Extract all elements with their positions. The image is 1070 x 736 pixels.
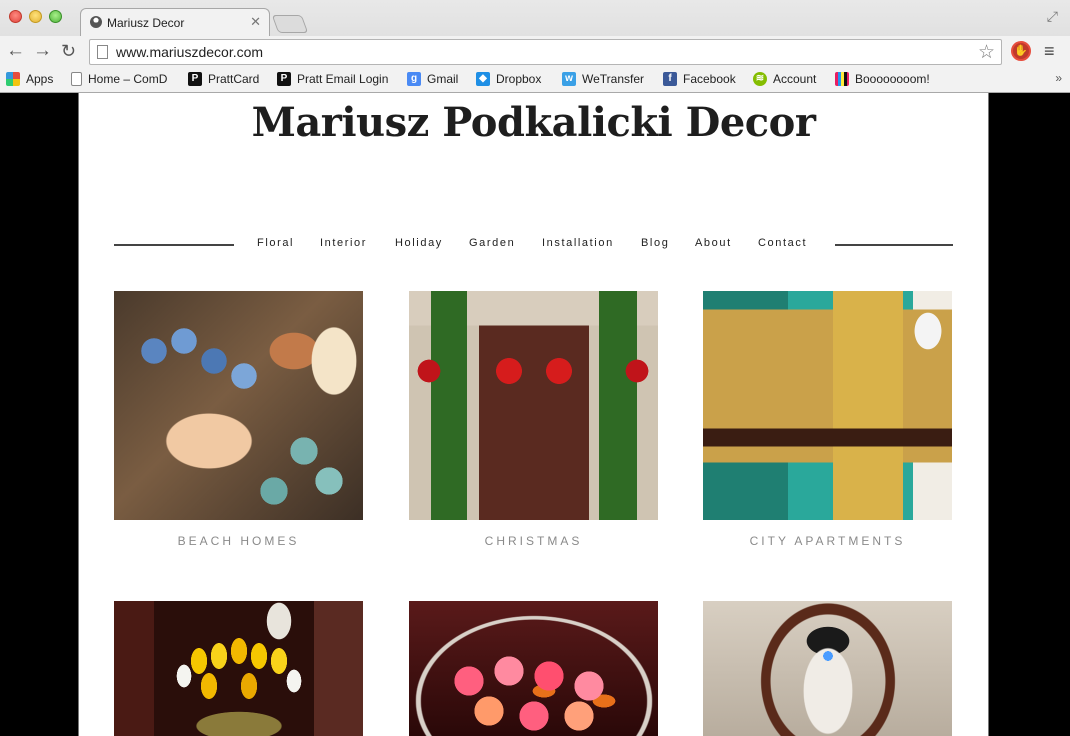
bookmark-wetransfer[interactable]: w WeTransfer	[562, 72, 644, 86]
tab-title: Mariusz Decor	[107, 16, 185, 30]
bookmark-label: Home – ComD	[88, 72, 168, 86]
url-text[interactable]: www.mariuszdecor.com	[116, 44, 263, 60]
gallery-tile-5[interactable]	[409, 601, 658, 736]
nav-link-contact[interactable]: Contact	[758, 237, 807, 249]
gallery-tile-city-apartments[interactable]: CITY APARTMENTS	[703, 291, 952, 548]
bookmark-label: Gmail	[427, 72, 459, 86]
address-bar[interactable]: www.mariuszdecor.com ☆	[89, 39, 1002, 65]
city-apartments-photo[interactable]	[703, 291, 952, 520]
nav-divider-left	[114, 244, 234, 246]
more-bookmarks-icon[interactable]: »	[1055, 71, 1062, 85]
bookmark-label: Account	[773, 72, 817, 86]
bookmark-home-comd[interactable]: Home – ComD	[71, 72, 167, 86]
roses-photo[interactable]	[409, 601, 658, 736]
bookmark-account[interactable]: ≋ Account	[753, 72, 816, 86]
spotify-icon: ≋	[753, 72, 767, 86]
bookmark-pratt-email[interactable]: P Pratt Email Login	[277, 72, 388, 86]
close-window-button[interactable]	[9, 10, 22, 23]
bookmark-label: PrattCard	[208, 72, 260, 86]
gallery-caption[interactable]: BEACH HOMES	[114, 534, 363, 548]
gallery-tile-christmas[interactable]: CHRISTMAS	[409, 291, 658, 548]
bookmark-gmail[interactable]: g Gmail	[407, 72, 458, 86]
nav-link-blog[interactable]: Blog	[641, 237, 669, 249]
dropbox-icon: ◆	[476, 72, 490, 86]
page-icon	[97, 45, 108, 59]
bookmark-label: Boooooooom!	[855, 72, 930, 86]
bookmarks-bar: Apps Home – ComD P PrattCard P Pratt Ema…	[0, 68, 1070, 92]
browser-tab[interactable]: Mariusz Decor ✕	[80, 8, 270, 36]
nav-link-installation[interactable]: Installation	[542, 237, 614, 249]
web-page: Mariusz Podkalicki Decor Floral Interior…	[78, 93, 989, 736]
nav-link-floral[interactable]: Floral	[257, 237, 294, 249]
title-bar: Mariusz Decor ✕ ⤢	[0, 0, 1070, 36]
facebook-icon: f	[663, 72, 677, 86]
google-icon: g	[407, 72, 421, 86]
chrome-menu-icon[interactable]: ≡	[1044, 41, 1055, 62]
nav-link-about[interactable]: About	[695, 237, 732, 249]
nav-link-interior[interactable]: Interior	[320, 237, 367, 249]
nav-link-holiday[interactable]: Holiday	[395, 237, 443, 249]
browser-chrome: Mariusz Decor ✕ ⤢ ← → ↻ www.mariuszdecor…	[0, 0, 1070, 93]
gallery-caption[interactable]: CHRISTMAS	[409, 534, 658, 548]
bookmark-facebook[interactable]: f Facebook	[663, 72, 736, 86]
bookmark-star-icon[interactable]: ☆	[978, 41, 995, 64]
browser-toolbar: ← → ↻ www.mariuszdecor.com ☆ ✋ ≡	[0, 36, 1070, 68]
new-tab-button[interactable]	[271, 15, 309, 33]
apps-grid-icon	[6, 72, 20, 86]
christmas-photo[interactable]	[409, 291, 658, 520]
tulips-photo[interactable]	[114, 601, 363, 736]
zoom-window-button[interactable]	[49, 10, 62, 23]
bookmark-boooooom[interactable]: Boooooooom!	[835, 72, 930, 86]
fullscreen-icon[interactable]: ⤢	[1047, 8, 1058, 25]
site-favicon-icon	[90, 16, 102, 28]
pratt-p-icon: P	[188, 72, 202, 86]
pratt-p-icon: P	[277, 72, 291, 86]
bookmark-label: Pratt Email Login	[297, 72, 389, 86]
close-tab-icon[interactable]: ✕	[250, 14, 261, 30]
gallery-tile-4[interactable]	[114, 601, 363, 736]
forward-arrow-icon[interactable]: →	[33, 40, 52, 62]
bookmark-apps[interactable]: Apps	[6, 72, 53, 86]
gallery-tile-6[interactable]	[703, 601, 952, 736]
nav-divider-right	[835, 244, 953, 246]
adblock-extension-icon[interactable]: ✋	[1011, 41, 1031, 61]
bookmark-prattcard[interactable]: P PrattCard	[188, 72, 259, 86]
gallery-tile-beach-homes[interactable]: BEACH HOMES	[114, 291, 363, 548]
bookmark-label: Facebook	[683, 72, 736, 86]
reload-icon[interactable]: ↻	[61, 40, 76, 62]
wetransfer-icon: w	[562, 72, 576, 86]
bookmark-dropbox[interactable]: ◆ Dropbox	[476, 72, 541, 86]
bookmark-label: WeTransfer	[582, 72, 645, 86]
minimize-window-button[interactable]	[29, 10, 42, 23]
boooooom-icon	[835, 72, 849, 86]
site-navigation: Floral Interior Holiday Garden Installat…	[114, 233, 953, 257]
gallery-caption[interactable]: CITY APARTMENTS	[703, 534, 952, 548]
page-icon	[71, 72, 82, 86]
halloween-photo[interactable]	[703, 601, 952, 736]
nav-link-garden[interactable]: Garden	[469, 237, 515, 249]
bookmark-label: Apps	[26, 72, 54, 86]
back-arrow-icon[interactable]: ←	[6, 40, 25, 62]
site-title[interactable]: Mariusz Podkalicki Decor	[79, 99, 988, 146]
bookmark-label: Dropbox	[496, 72, 542, 86]
beach-homes-photo[interactable]	[114, 291, 363, 520]
